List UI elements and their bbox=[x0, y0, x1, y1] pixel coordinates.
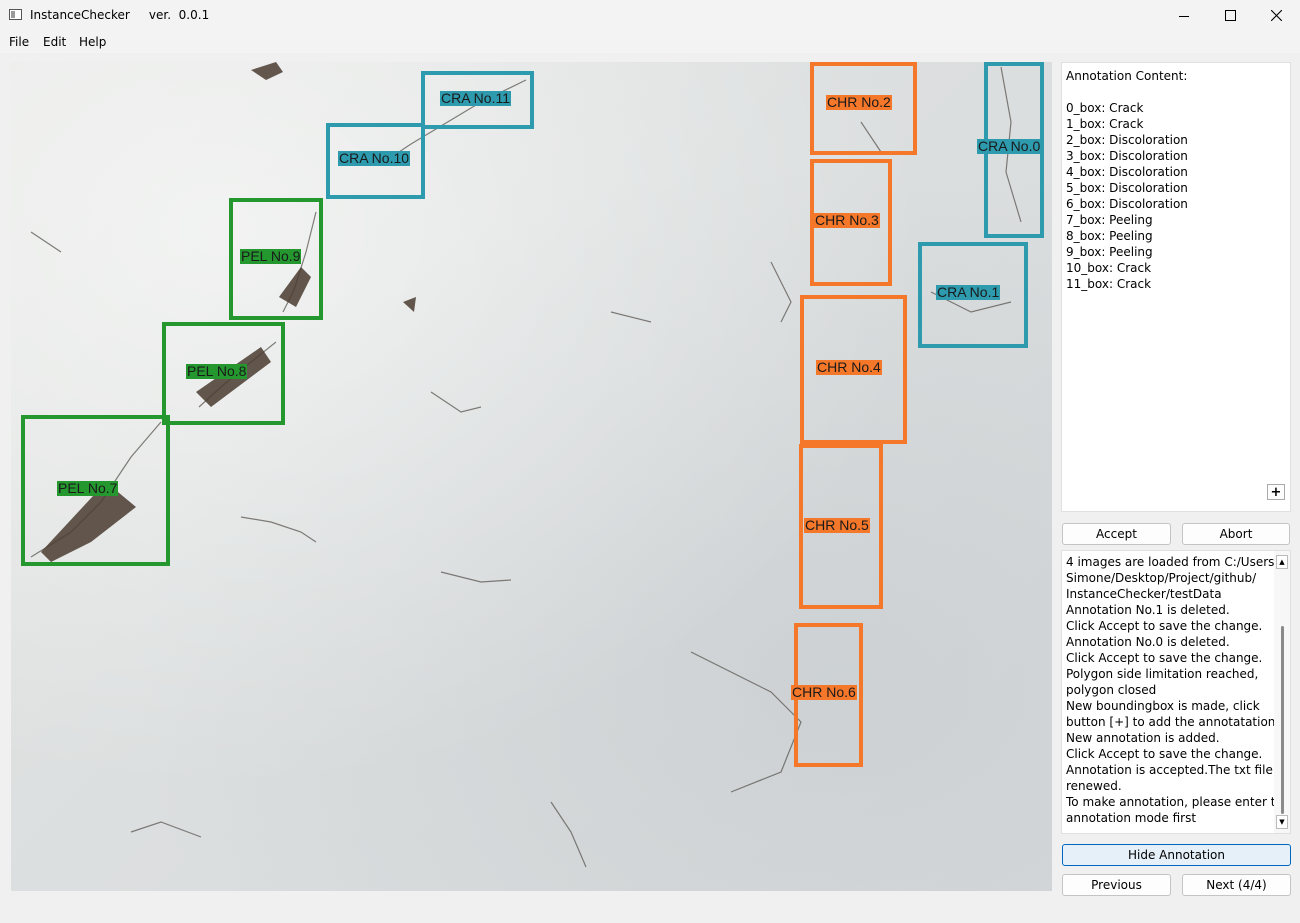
menu-help[interactable]: Help bbox=[79, 35, 106, 49]
accept-button[interactable]: Accept bbox=[1062, 523, 1171, 545]
scroll-thumb[interactable] bbox=[1281, 626, 1284, 814]
log-line: Simone/Desktop/Project/github/ bbox=[1066, 571, 1257, 585]
log-line: Polygon side limitation reached, bbox=[1066, 667, 1259, 681]
log-line: Click Accept to save the change. bbox=[1066, 619, 1263, 633]
hide-annotation-button[interactable]: Hide Annotation bbox=[1062, 844, 1291, 866]
minimize-button[interactable] bbox=[1161, 0, 1207, 31]
label-pel-8: PEL No.8 bbox=[186, 363, 248, 379]
log-line: renewed. bbox=[1066, 779, 1122, 793]
log-line: New boundingbox is made, click bbox=[1066, 699, 1260, 713]
log-panel[interactable]: 4 images are loaded from C:/Users/ Simon… bbox=[1061, 550, 1291, 834]
log-line: button [+] to add the annotatation. bbox=[1066, 715, 1280, 729]
log-line: Annotation No.1 is deleted. bbox=[1066, 603, 1230, 617]
close-icon bbox=[1270, 10, 1282, 21]
app-icon bbox=[9, 9, 22, 20]
label-pel-9: PEL No.9 bbox=[240, 248, 302, 264]
log-line: polygon closed bbox=[1066, 683, 1157, 697]
maximize-button[interactable] bbox=[1207, 0, 1253, 31]
previous-button[interactable]: Previous bbox=[1062, 874, 1171, 896]
menu-bar: File Edit Help bbox=[0, 31, 1300, 53]
title-bar: InstanceChecker ver. 0.0.1 bbox=[0, 0, 1300, 31]
add-annotation-button[interactable]: + bbox=[1267, 484, 1285, 500]
label-chr-4: CHR No.4 bbox=[816, 359, 882, 375]
close-button[interactable] bbox=[1253, 0, 1299, 31]
label-chr-6: CHR No.6 bbox=[791, 684, 857, 700]
menu-file[interactable]: File bbox=[9, 35, 29, 49]
label-chr-5: CHR No.5 bbox=[804, 517, 870, 533]
label-chr-3: CHR No.3 bbox=[814, 212, 880, 228]
annotation-content-text: Annotation Content: 0_box: Crack 1_box: … bbox=[1066, 69, 1188, 291]
maximize-icon bbox=[1224, 10, 1236, 21]
log-line: Click Accept to save the change. bbox=[1066, 747, 1263, 761]
image-canvas[interactable]: CRA No.0 CRA No.1 CHR No.2 CHR No.3 CHR … bbox=[11, 62, 1052, 891]
annotation-content-panel[interactable]: Annotation Content: 0_box: Crack 1_box: … bbox=[1061, 62, 1291, 512]
log-line: To make annotation, please enter the bbox=[1066, 795, 1291, 809]
scroll-up-icon[interactable]: ▲ bbox=[1276, 555, 1288, 569]
log-line: Annotation is accepted.The txt file is bbox=[1066, 763, 1287, 777]
next-button[interactable]: Next (4/4) bbox=[1182, 874, 1291, 896]
log-line: Annotation No.0 is deleted. bbox=[1066, 635, 1230, 649]
minimize-icon bbox=[1179, 15, 1189, 17]
label-chr-2: CHR No.2 bbox=[826, 94, 892, 110]
window-title: InstanceChecker ver. 0.0.1 bbox=[30, 8, 210, 22]
log-line: 4 images are loaded from C:/Users/ bbox=[1066, 555, 1279, 569]
abort-button[interactable]: Abort bbox=[1182, 523, 1290, 545]
scroll-down-icon[interactable]: ▼ bbox=[1276, 815, 1288, 829]
label-cra-1: CRA No.1 bbox=[936, 284, 1001, 300]
log-scrollbar[interactable]: ▲ ▼ bbox=[1274, 551, 1290, 833]
log-line: annotation mode first bbox=[1066, 811, 1197, 825]
label-cra-0: CRA No.0 bbox=[977, 138, 1042, 154]
label-cra-10: CRA No.10 bbox=[338, 150, 411, 166]
log-line: InstanceChecker/testData bbox=[1066, 587, 1222, 601]
label-pel-7: PEL No.7 bbox=[57, 480, 119, 496]
log-line: New annotation is added. bbox=[1066, 731, 1220, 745]
menu-edit[interactable]: Edit bbox=[43, 35, 66, 49]
log-text: 4 images are loaded from C:/Users/ Simon… bbox=[1066, 554, 1291, 826]
log-line: Click Accept to save the change. bbox=[1066, 651, 1263, 665]
label-cra-11: CRA No.11 bbox=[440, 90, 511, 106]
